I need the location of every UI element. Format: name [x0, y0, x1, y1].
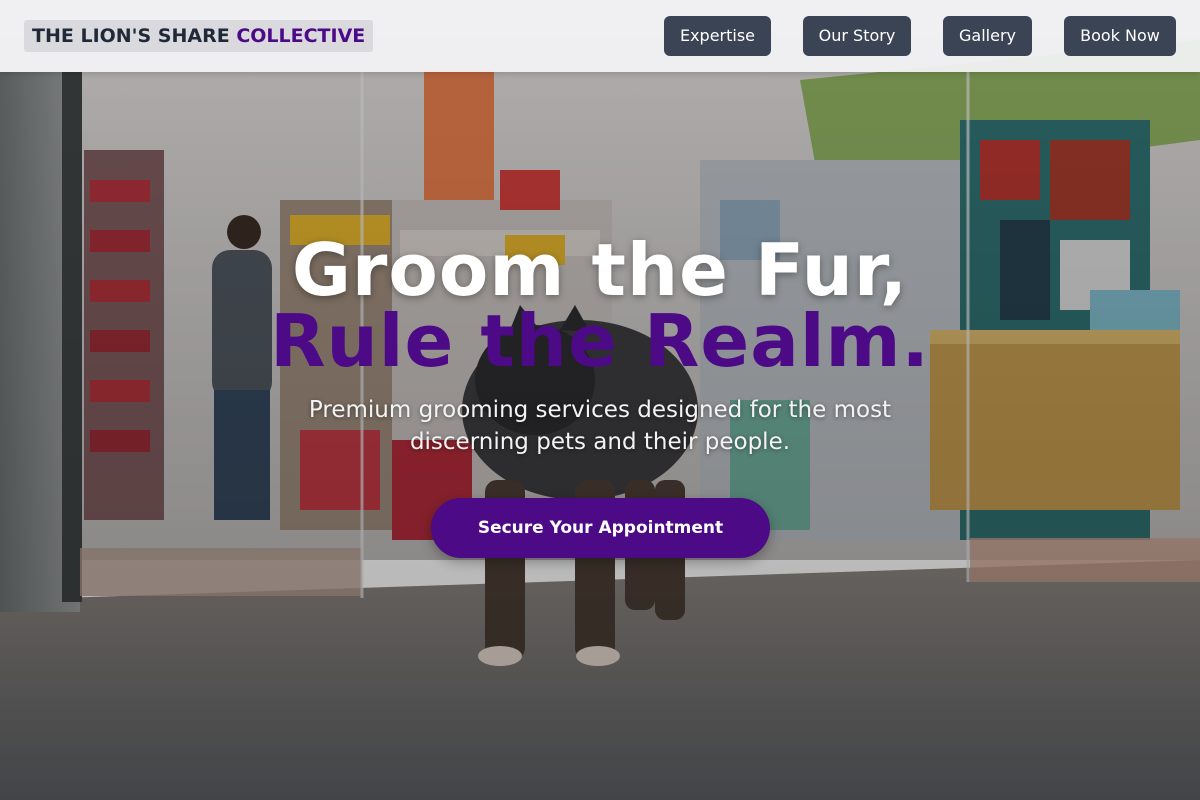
hero-headline-line2: Rule the Realm. — [270, 299, 930, 383]
page: THE LION'S SHARE COLLECTIVE Expertise Ou… — [0, 0, 1200, 800]
nav-book-now-button[interactable]: Book Now — [1064, 16, 1176, 56]
hero-subtitle: Premium grooming services designed for t… — [308, 397, 892, 455]
logo-text-main: THE LION'S SHARE — [32, 25, 230, 47]
site-logo[interactable]: THE LION'S SHARE COLLECTIVE — [24, 20, 374, 52]
site-header: THE LION'S SHARE COLLECTIVE Expertise Ou… — [0, 0, 1200, 72]
hero-content: Groom the Fur, Rule the Realm. Premium g… — [0, 230, 1200, 458]
nav-our-story-button[interactable]: Our Story — [803, 16, 911, 56]
logo-text-accent: COLLECTIVE — [236, 25, 366, 47]
nav-expertise-button[interactable]: Expertise — [664, 16, 771, 56]
hero-headline-line1: Groom the Fur, — [291, 228, 909, 312]
secure-appointment-button[interactable]: Secure Your Appointment — [431, 498, 770, 558]
nav-gallery-button[interactable]: Gallery — [943, 16, 1032, 56]
